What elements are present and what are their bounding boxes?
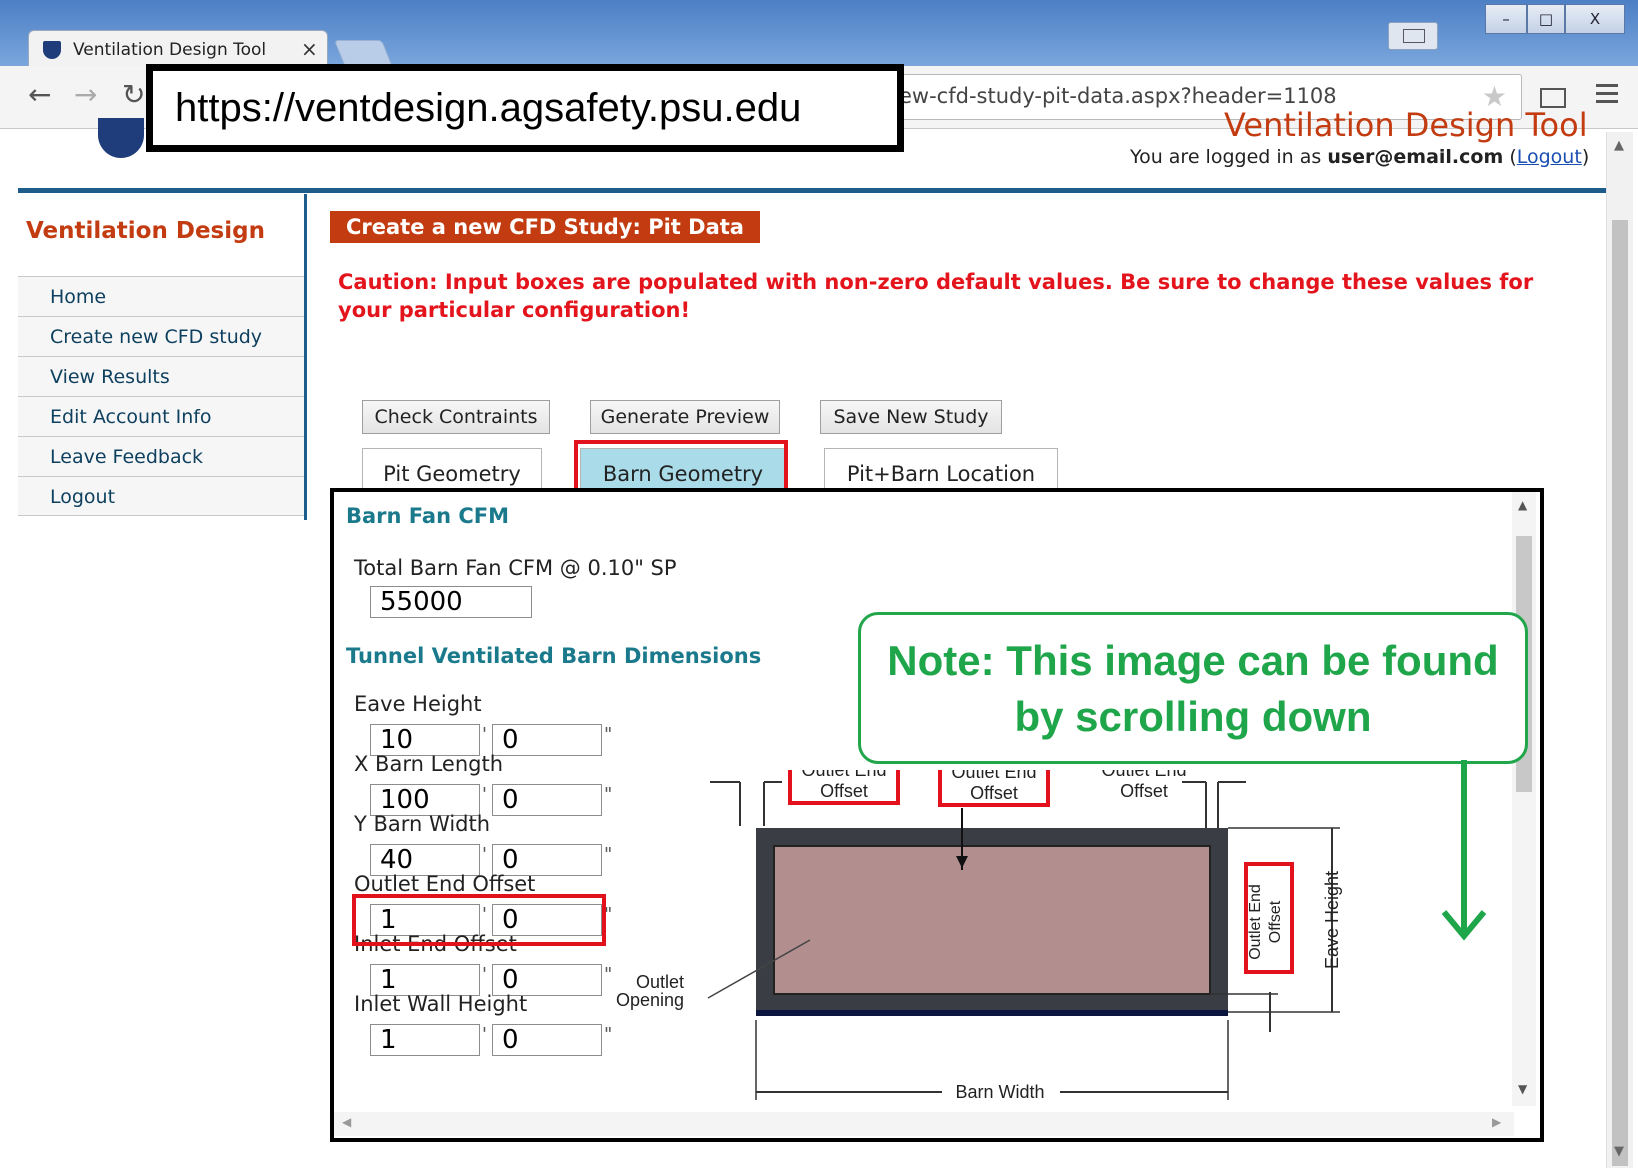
scroll-note: Note: This image can be found by scrolli… bbox=[858, 612, 1528, 764]
close-window-icon[interactable]: X bbox=[1565, 4, 1625, 34]
inlet-wall-height-inches-input[interactable]: 0 bbox=[492, 1024, 602, 1056]
label-outlet-end-vertical: Outlet End bbox=[1247, 884, 1264, 960]
label-opening: Opening bbox=[616, 990, 684, 1010]
address-bar-url: ew-cfd-study-pit-data.aspx?header=1108 bbox=[899, 84, 1337, 108]
outlet-offset-label: Outlet End Offset bbox=[354, 872, 536, 896]
generate-preview-button[interactable]: Generate Preview bbox=[590, 400, 780, 434]
sidebar-heading: Ventilation Design bbox=[26, 218, 265, 244]
inlet-wall-height-feet-input[interactable]: 1 bbox=[370, 1024, 480, 1056]
sidebar-item-feedback[interactable]: Leave Feedback bbox=[18, 436, 304, 476]
psu-shield-icon bbox=[43, 41, 61, 59]
logout-link[interactable]: Logout bbox=[1517, 146, 1582, 168]
sidebar-item-home[interactable]: Home bbox=[18, 276, 304, 316]
inch-mark: " bbox=[604, 724, 613, 745]
caution-message: Caution: Input boxes are populated with … bbox=[338, 270, 1534, 322]
feet-mark: ' bbox=[482, 1024, 487, 1045]
total-cfm-label: Total Barn Fan CFM @ 0.10" SP bbox=[354, 556, 677, 580]
barn-length-inches-input[interactable]: 0 bbox=[492, 784, 602, 816]
barn-cross-section-diagram: Outlet End Offset Outlet End Offset Outl… bbox=[616, 770, 1342, 1102]
barn-length-label: X Barn Length bbox=[354, 752, 504, 776]
paren-close: ) bbox=[1581, 146, 1590, 168]
page-scrollbar[interactable]: ▲ ▼ bbox=[1606, 132, 1633, 1168]
sidebar-menu: Home Create new CFD study View Results E… bbox=[18, 276, 304, 516]
scroll-up-icon[interactable]: ▲ bbox=[1518, 498, 1527, 512]
maximize-icon[interactable]: □ bbox=[1527, 4, 1565, 34]
feet-mark: ' bbox=[482, 844, 487, 865]
inlet-wall-height-label: Inlet Wall Height bbox=[354, 992, 528, 1016]
reload-icon[interactable]: ↻ bbox=[122, 78, 145, 111]
site-title: Ventilation Design Tool bbox=[1224, 106, 1588, 144]
label-offset-center: Offset bbox=[970, 783, 1018, 803]
scroll-down-arrow-icon bbox=[1441, 760, 1487, 941]
psu-logo bbox=[98, 118, 144, 158]
tab-close-icon[interactable]: × bbox=[301, 37, 318, 61]
note-line-1: Note: This image can be found bbox=[887, 637, 1499, 684]
note-line-2: by scrolling down bbox=[1014, 693, 1372, 740]
header-divider bbox=[18, 188, 1606, 193]
barn-width-label: Y Barn Width bbox=[354, 812, 491, 836]
eave-height-inches-input[interactable]: 0 bbox=[492, 724, 602, 756]
feet-mark: ' bbox=[482, 724, 487, 745]
outlet-offset-highlight bbox=[352, 894, 606, 946]
eave-height-label: Eave Height bbox=[354, 692, 482, 716]
scroll-down-icon[interactable]: ▼ bbox=[1518, 1082, 1527, 1096]
login-prefix: You are logged in as bbox=[1130, 146, 1328, 168]
browser-tab-title: Ventilation Design Tool bbox=[73, 40, 267, 60]
label-offset-vertical: Offset bbox=[1267, 900, 1284, 943]
scroll-left-icon[interactable]: ◀ bbox=[342, 1115, 351, 1129]
feet-mark: ' bbox=[482, 784, 487, 805]
login-status: You are logged in as user@email.com (Log… bbox=[1130, 146, 1589, 168]
fullscreen-icon[interactable] bbox=[1540, 88, 1566, 108]
label-outlet: Outlet bbox=[636, 972, 684, 992]
label-outlet-end-center: Outlet End bbox=[951, 770, 1036, 782]
page-scroll-thumb[interactable] bbox=[1612, 220, 1628, 1166]
barn-dimensions-section-title: Tunnel Ventilated Barn Dimensions bbox=[346, 644, 762, 668]
sidebar-item-create-study[interactable]: Create new CFD study bbox=[18, 316, 304, 356]
scroll-up-icon[interactable]: ▲ bbox=[1614, 138, 1624, 153]
check-constraints-button[interactable]: Check Contraints bbox=[362, 400, 550, 434]
url-callout: https://ventdesign.agsafety.psu.edu bbox=[146, 64, 904, 152]
sidebar-item-logout[interactable]: Logout bbox=[18, 476, 304, 516]
sidebar-item-edit-account[interactable]: Edit Account Info bbox=[18, 396, 304, 436]
forward-arrow-icon[interactable]: → bbox=[74, 78, 97, 111]
cast-icon[interactable] bbox=[1388, 22, 1438, 50]
window-controls: – □ X bbox=[1485, 4, 1625, 36]
barn-interior bbox=[773, 845, 1211, 995]
page-title: Create a new CFD Study: Pit Data bbox=[330, 211, 760, 243]
total-cfm-input[interactable]: 55000 bbox=[370, 586, 532, 618]
panel-vertical-scrollbar[interactable]: ▲ ▼ bbox=[1512, 492, 1536, 1106]
label-offset-left: Offset bbox=[820, 781, 868, 801]
label-barn-width: Barn Width bbox=[955, 1082, 1044, 1102]
barn-floor bbox=[756, 1010, 1228, 1016]
label-eave-height: Eave Height bbox=[1322, 871, 1342, 969]
minimize-icon[interactable]: – bbox=[1485, 4, 1527, 34]
back-arrow-icon[interactable]: ← bbox=[28, 78, 51, 111]
label-outlet-end-left: Outlet End bbox=[801, 770, 886, 780]
scroll-right-icon[interactable]: ▶ bbox=[1492, 1115, 1501, 1129]
menu-icon[interactable] bbox=[1596, 84, 1618, 106]
label-offset-right: Offset bbox=[1120, 781, 1168, 801]
feet-mark: ' bbox=[482, 964, 487, 985]
fan-cfm-section-title: Barn Fan CFM bbox=[346, 504, 509, 528]
sidebar: Ventilation Design Home Create new CFD s… bbox=[18, 194, 307, 520]
paren-open: ( bbox=[1509, 146, 1517, 168]
user-email: user@email.com bbox=[1327, 146, 1504, 168]
save-study-button[interactable]: Save New Study bbox=[820, 400, 1002, 434]
label-outlet-end-right: Outlet End bbox=[1101, 770, 1186, 780]
panel-horizontal-scrollbar[interactable]: ◀ ▶ bbox=[334, 1112, 1514, 1136]
sidebar-item-view-results[interactable]: View Results bbox=[18, 356, 304, 396]
scroll-down-icon[interactable]: ▼ bbox=[1614, 1144, 1624, 1159]
